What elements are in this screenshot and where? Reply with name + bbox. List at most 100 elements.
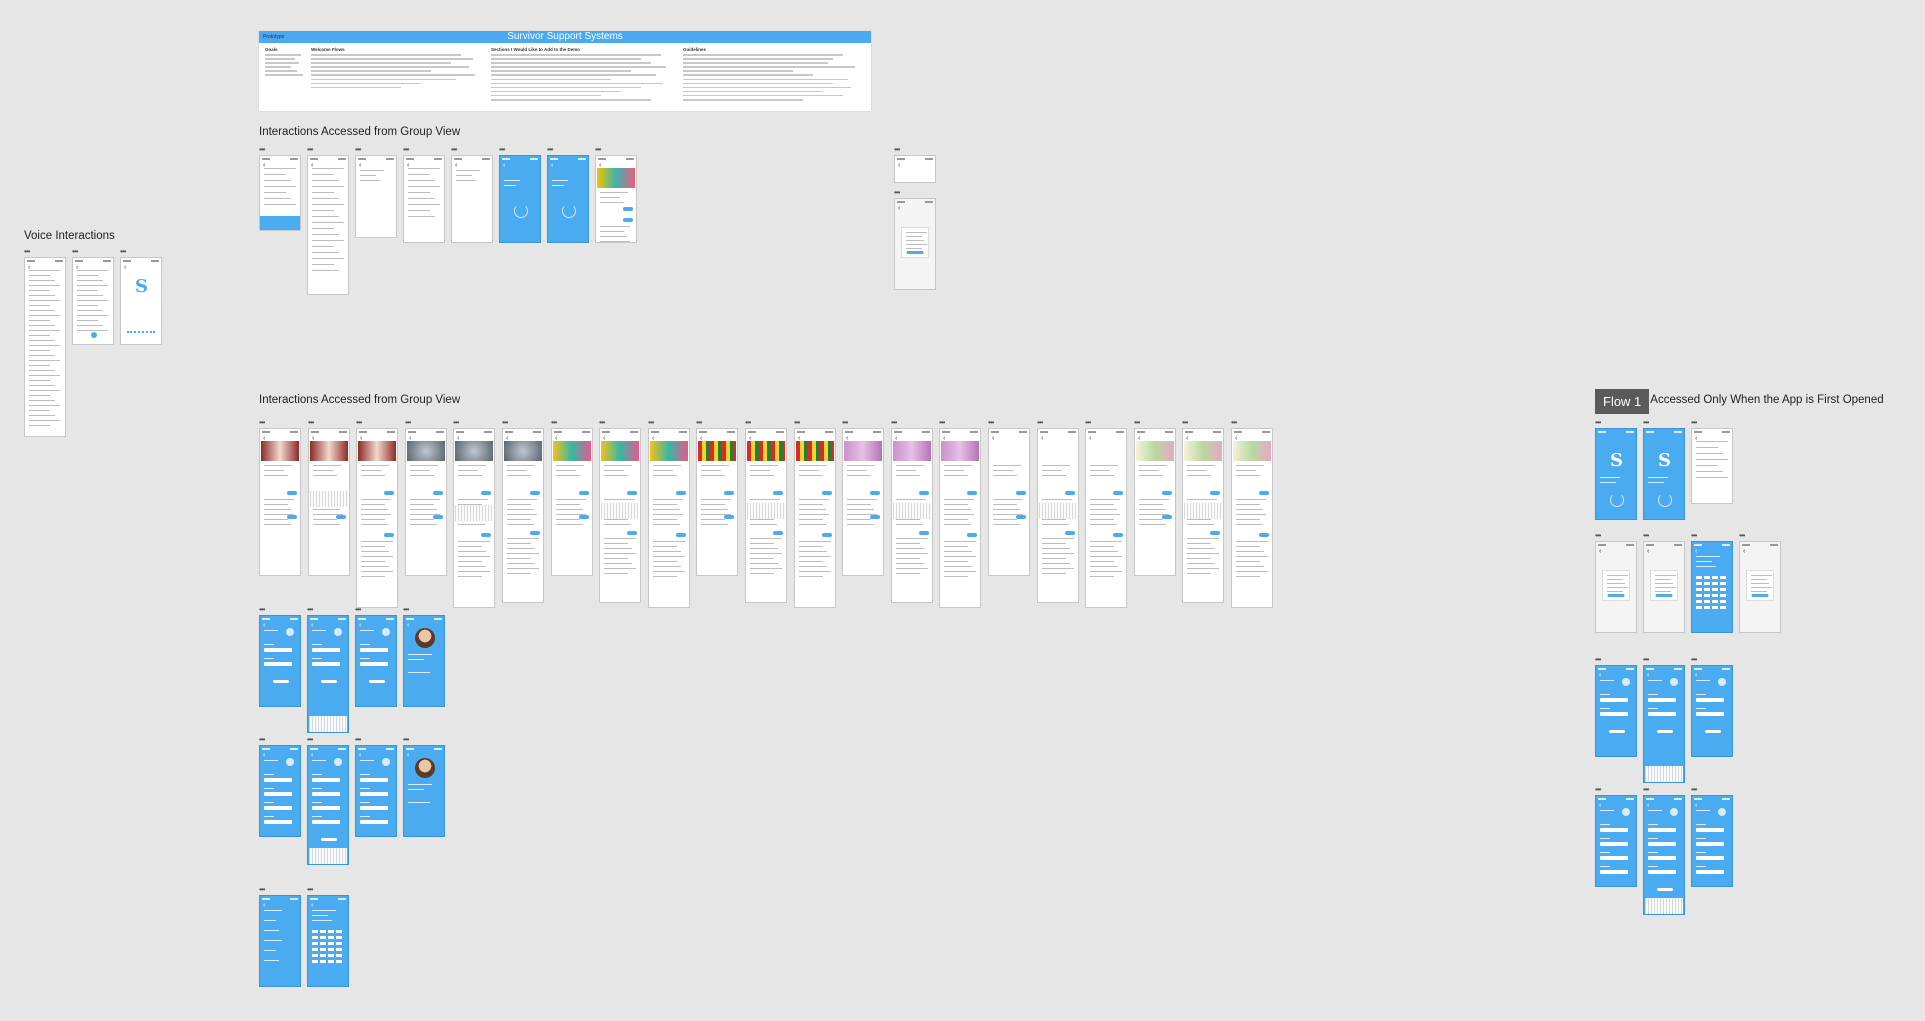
artboard-form[interactable]: ••• ‹ — [1691, 786, 1733, 887]
input-field[interactable] — [1648, 698, 1676, 702]
artboard-post[interactable]: ••• ‹ — [1085, 419, 1127, 608]
back-chevron-icon[interactable]: ‹ — [455, 162, 457, 169]
back-chevron-icon[interactable]: ‹ — [124, 264, 126, 271]
input-field[interactable] — [264, 806, 292, 810]
artboard-post[interactable]: ••• ‹ — [405, 419, 447, 576]
artboard-menu-icon[interactable]: ••• — [499, 146, 505, 154]
artboard-loading[interactable]: ••• ‹ — [499, 146, 541, 243]
dialog-button[interactable] — [1608, 594, 1624, 598]
artboard-menu-icon[interactable]: ••• — [307, 146, 313, 154]
artboard-dialog[interactable]: ••• ‹ — [1739, 532, 1781, 633]
back-chevron-icon[interactable]: ‹ — [311, 622, 313, 629]
artboard-menu-icon[interactable]: ••• — [24, 248, 30, 256]
artboard-list[interactable]: ••• ‹ — [403, 146, 445, 243]
back-chevron-icon[interactable]: ‹ — [1599, 802, 1601, 809]
artboard-menu-icon[interactable]: ••• — [355, 736, 361, 744]
artboard-voice[interactable]: ••• ‹ S — [120, 248, 162, 345]
artboard-loading[interactable]: ••• ‹ — [547, 146, 589, 243]
artboard-dialog[interactable]: ••• ‹ — [1595, 532, 1637, 633]
back-chevron-icon[interactable]: ‹ — [1599, 548, 1601, 555]
input-field[interactable] — [1600, 856, 1628, 860]
artboard-menu-icon[interactable]: ••• — [988, 419, 994, 427]
artboard-list[interactable]: ••• ‹ — [259, 146, 301, 231]
back-chevron-icon[interactable]: ‹ — [407, 752, 409, 759]
artboard-menu-icon[interactable]: ••• — [308, 419, 314, 427]
input-field[interactable] — [1600, 712, 1628, 716]
artboard-post[interactable]: ••• ‹ — [356, 419, 398, 608]
artboard-menu[interactable]: ••• ‹ — [259, 886, 301, 987]
submit-button[interactable] — [1705, 730, 1721, 733]
input-field[interactable] — [312, 662, 340, 666]
artboard-post[interactable]: ••• ‹ — [308, 419, 350, 576]
input-field[interactable] — [312, 820, 340, 824]
artboard-menu-icon[interactable]: ••• — [894, 189, 900, 197]
artboard-menu-icon[interactable]: ••• — [403, 146, 409, 154]
input-field[interactable] — [312, 792, 340, 796]
artboard-menu-icon[interactable]: ••• — [1691, 419, 1697, 427]
input-field[interactable] — [1600, 828, 1628, 832]
artboard-post[interactable]: ••• ‹ — [891, 419, 933, 603]
artboard-menu-icon[interactable]: ••• — [891, 419, 897, 427]
artboard-menu-icon[interactable]: ••• — [794, 419, 800, 427]
artboard-menu-icon[interactable]: ••• — [355, 146, 361, 154]
back-chevron-icon[interactable]: ‹ — [263, 752, 265, 759]
back-chevron-icon[interactable]: ‹ — [263, 622, 265, 629]
back-chevron-icon[interactable]: ‹ — [1599, 672, 1601, 679]
back-chevron-icon[interactable]: ‹ — [359, 752, 361, 759]
artboard-dialog[interactable]: ••• ‹ — [894, 189, 936, 290]
artboard-menu-icon[interactable]: ••• — [259, 419, 265, 427]
artboard-menu-icon[interactable]: ••• — [259, 736, 265, 744]
artboard-menu-icon[interactable]: ••• — [1643, 419, 1649, 427]
input-field[interactable] — [1696, 712, 1724, 716]
artboard-form[interactable]: ••• ‹ — [355, 736, 397, 837]
artboard-post[interactable]: ••• ‹ — [794, 419, 836, 608]
back-chevron-icon[interactable]: ‹ — [898, 162, 900, 169]
artboard-post[interactable]: ••• ‹ — [599, 419, 641, 603]
artboard-menu-icon[interactable]: ••• — [451, 146, 457, 154]
back-chevron-icon[interactable]: ‹ — [311, 902, 313, 909]
artboard-post[interactable]: ••• ‹ — [1037, 419, 1079, 603]
artboard-menu-icon[interactable]: ••• — [1595, 786, 1601, 794]
artboard-post[interactable]: ••• ‹ — [988, 419, 1030, 576]
input-field[interactable] — [1648, 828, 1676, 832]
microphone-icon[interactable] — [91, 332, 97, 338]
submit-button[interactable] — [321, 680, 337, 683]
artboard-menu-icon[interactable]: ••• — [1182, 419, 1188, 427]
back-chevron-icon[interactable]: ‹ — [1695, 802, 1697, 809]
input-field[interactable] — [264, 792, 292, 796]
artboard-menu-icon[interactable]: ••• — [1595, 656, 1601, 664]
input-field[interactable] — [1696, 698, 1724, 702]
artboard-menu-icon[interactable]: ••• — [1595, 419, 1601, 427]
input-field[interactable] — [1600, 698, 1628, 702]
artboard-post[interactable]: ••• ‹ — [502, 419, 544, 603]
input-field[interactable] — [360, 778, 388, 782]
artboard-menu-icon[interactable]: ••• — [696, 419, 702, 427]
input-field[interactable] — [312, 806, 340, 810]
artboard-dialog[interactable]: ••• ‹ — [1643, 532, 1685, 633]
artboard-post[interactable]: ••• ‹ — [745, 419, 787, 603]
artboard-menu-icon[interactable]: ••• — [1691, 786, 1697, 794]
artboard-list[interactable]: ••• ‹ — [307, 146, 349, 295]
artboard-menu-icon[interactable]: ••• — [1643, 532, 1649, 540]
input-field[interactable] — [1600, 870, 1628, 874]
input-field[interactable] — [264, 820, 292, 824]
bottom-toolbar[interactable] — [260, 216, 300, 230]
submit-button[interactable] — [1657, 730, 1673, 733]
back-chevron-icon[interactable]: ‹ — [503, 162, 505, 169]
submit-button[interactable] — [321, 838, 337, 841]
artboard-menu-icon[interactable]: ••• — [502, 419, 508, 427]
input-field[interactable] — [1648, 842, 1676, 846]
back-chevron-icon[interactable]: ‹ — [898, 205, 900, 212]
dialog-button[interactable] — [1752, 594, 1768, 598]
artboard-profile[interactable]: ••• ‹ — [403, 736, 445, 837]
artboard-menu-icon[interactable]: ••• — [405, 419, 411, 427]
artboard-menu-icon[interactable]: ••• — [1739, 532, 1745, 540]
input-field[interactable] — [1696, 828, 1724, 832]
input-field[interactable] — [1696, 856, 1724, 860]
artboard-menu-icon[interactable]: ••• — [259, 606, 265, 614]
artboard-form[interactable]: ••• ‹ — [1595, 786, 1637, 887]
artboard-splash[interactable]: ••• S — [1643, 419, 1685, 520]
artboard-menu-icon[interactable]: ••• — [403, 736, 409, 744]
artboard-menu-icon[interactable]: ••• — [745, 419, 751, 427]
artboard-voicetext[interactable]: ••• ‹ — [24, 248, 66, 437]
